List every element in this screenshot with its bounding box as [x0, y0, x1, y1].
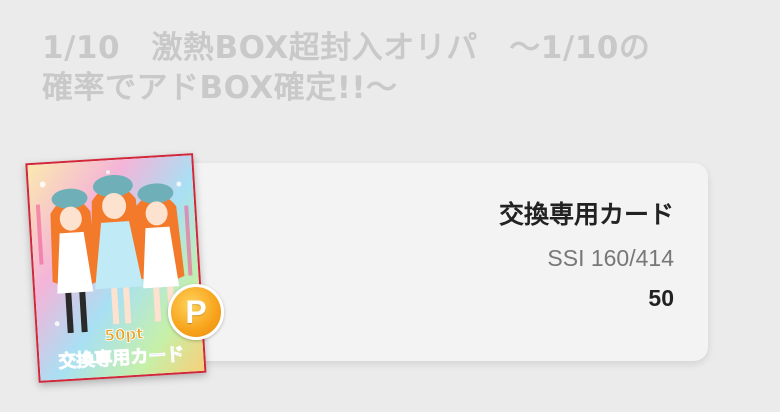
points-badge-label: P [185, 293, 207, 330]
page-title: 1/10 激熱BOX超封入オリパ ～1/10の 確率でアドBOX確定!!～ [42, 28, 752, 108]
page-title-line-1: 1/10 激熱BOX超封入オリパ ～1/10の [42, 30, 651, 66]
card-info: 交換専用カード SSI 160/414 50 [499, 199, 674, 313]
card-name: 交換専用カード [498, 200, 674, 229]
card-image: 50pt 交換専用カード [25, 153, 207, 383]
points-badge-icon: P [168, 284, 224, 340]
page-title-line-2: 確率でアドBOX確定!!～ [42, 70, 398, 106]
card-code: SSI 160/414 [547, 245, 674, 271]
thumb-text-top: 50pt [104, 324, 144, 344]
card-thumbnail[interactable]: 50pt 交換専用カード [17, 145, 215, 396]
card-artwork: 50pt 交換専用カード [27, 155, 205, 381]
card-points: 50 [648, 285, 674, 311]
